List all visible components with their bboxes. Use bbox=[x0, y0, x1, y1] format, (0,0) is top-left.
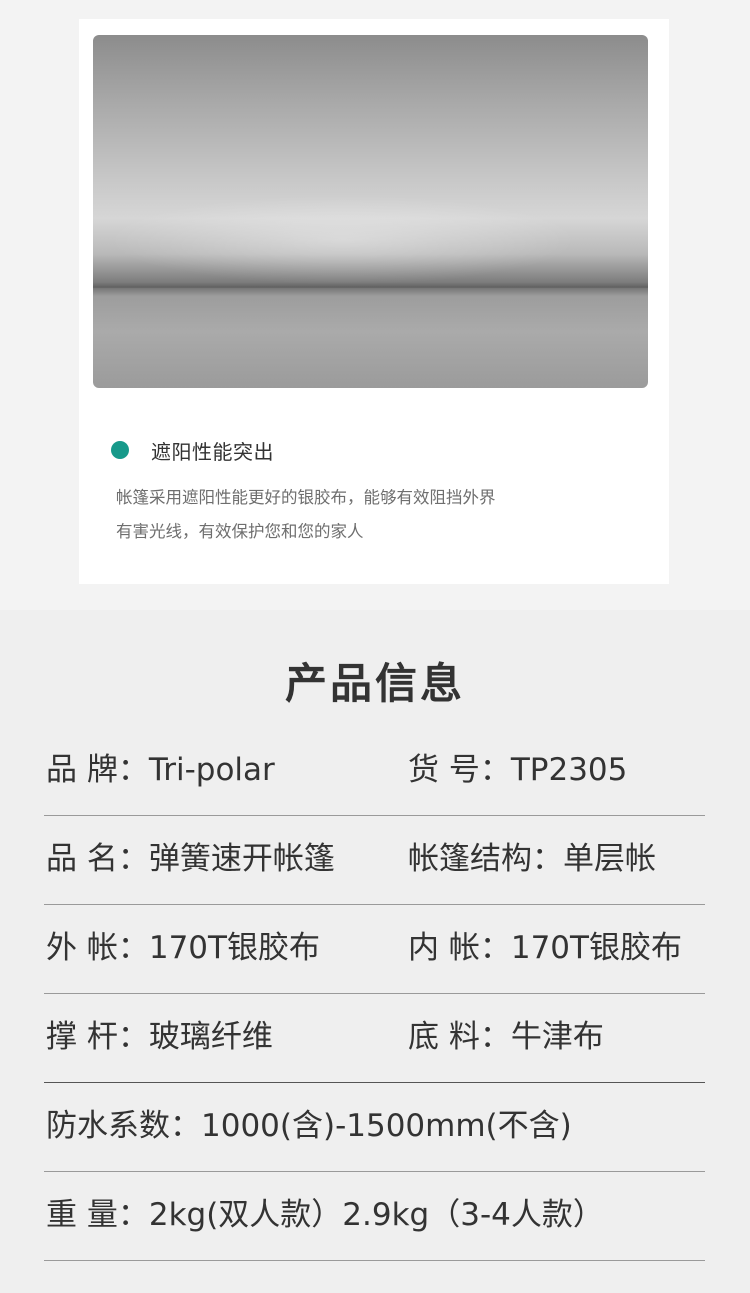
spec-row-weight: 重 量：2kg(双人款）2.9kg（3-4人款） bbox=[44, 1171, 705, 1261]
feature-heading: 遮阳性能突出 bbox=[111, 437, 274, 464]
product-info-section: 产品信息 品 牌：Tri-polar 货 号：TP2305 品 名：弹簧速开帐篷… bbox=[0, 610, 750, 1293]
spec-row-name: 品 名：弹簧速开帐篷 帐篷结构：单层帐 bbox=[44, 815, 705, 905]
spec-row-waterproof: 防水系数：1000(含)-1500mm(不含) bbox=[44, 1082, 705, 1172]
spec-row-pole: 撑 杆：玻璃纤维 底 料：牛津布 bbox=[44, 993, 705, 1083]
spec-product-name: 品 名：弹簧速开帐篷 bbox=[46, 841, 335, 877]
spec-waterproof-rating: 防水系数：1000(含)-1500mm(不含) bbox=[46, 1108, 572, 1144]
spec-weight: 重 量：2kg(双人款）2.9kg（3-4人款） bbox=[46, 1197, 604, 1233]
spec-item-number: 货 号：TP2305 bbox=[408, 752, 628, 788]
feature-desc-line-1: 帐篷采用遮阳性能更好的银胶布，能够有效阻挡外界 bbox=[116, 488, 496, 507]
feature-description: 帐篷采用遮阳性能更好的银胶布，能够有效阻挡外界 有害光线，有效保护您和您的家人 bbox=[116, 481, 636, 549]
spec-row-brand: 品 牌：Tri-polar 货 号：TP2305 bbox=[44, 726, 705, 816]
spec-tent-structure: 帐篷结构：单层帐 bbox=[408, 841, 656, 877]
product-info-title: 产品信息 bbox=[284, 659, 465, 708]
feature-desc-line-2: 有害光线，有效保护您和您的家人 bbox=[116, 522, 364, 541]
spec-floor-material: 底 料：牛津布 bbox=[408, 1019, 604, 1055]
feature-card: 遮阳性能突出 帐篷采用遮阳性能更好的银胶布，能够有效阻挡外界 有害光线，有效保护… bbox=[79, 19, 669, 584]
fabric-fold-line bbox=[93, 286, 648, 288]
feature-title: 遮阳性能突出 bbox=[151, 439, 274, 464]
spec-inner-tent: 内 帐：170T银胶布 bbox=[408, 930, 682, 966]
spec-outer-tent: 外 帐：170T银胶布 bbox=[46, 930, 320, 966]
silver-fabric-photo bbox=[93, 35, 648, 388]
spec-pole: 撑 杆：玻璃纤维 bbox=[46, 1019, 273, 1055]
spec-row-fabric: 外 帐：170T银胶布 内 帐：170T银胶布 bbox=[44, 904, 705, 994]
bullet-dot-icon bbox=[111, 441, 129, 459]
spec-brand: 品 牌：Tri-polar bbox=[46, 752, 275, 788]
feature-section: 遮阳性能突出 帐篷采用遮阳性能更好的银胶布，能够有效阻挡外界 有害光线，有效保护… bbox=[0, 0, 750, 610]
